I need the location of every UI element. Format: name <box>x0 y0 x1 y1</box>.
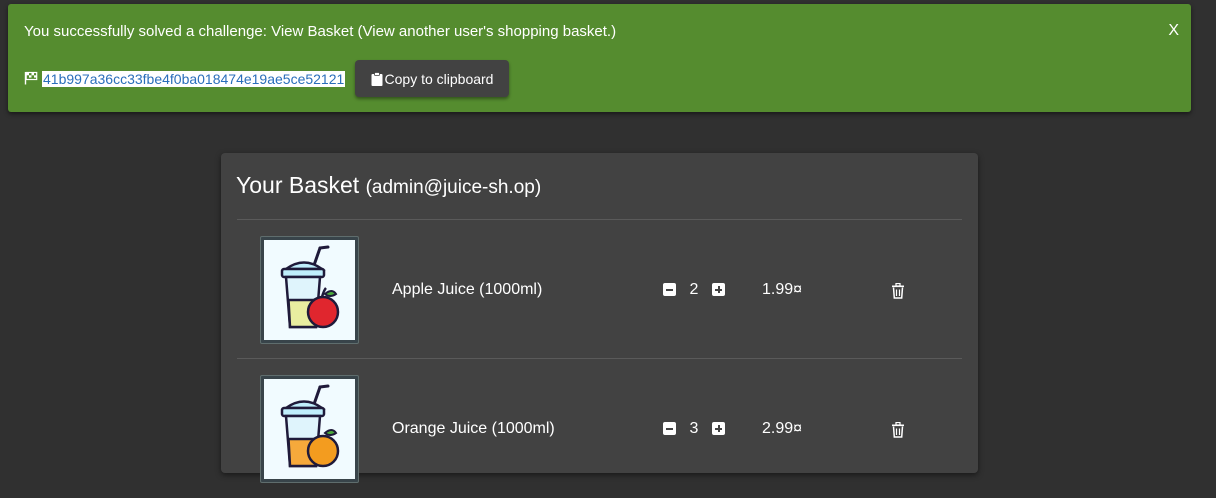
flag-code-text[interactable]: 41b997a36cc33fbe4f0ba018474e19ae5ce52121 <box>42 71 346 87</box>
banner-message: You successfully solved a challenge: Vie… <box>24 23 617 40</box>
product-name: Orange Juice (1000ml) <box>392 420 555 437</box>
product-price: 2.99¤ <box>762 420 803 437</box>
copy-button-label: Copy to clipboard <box>384 70 494 87</box>
increase-quantity-button[interactable] <box>712 422 725 435</box>
trash-icon[interactable] <box>891 422 905 438</box>
clipboard-icon <box>371 71 383 86</box>
quantity-stepper: 3 <box>663 420 727 437</box>
copy-to-clipboard-button[interactable]: Copy to clipboard <box>355 60 509 97</box>
basket-title-text: Your Basket <box>236 172 360 198</box>
basket-item-row: Apple Juice (1000ml) 2 1.99¤ <box>237 219 962 359</box>
increase-quantity-button[interactable] <box>712 283 725 296</box>
challenge-solved-banner: You successfully solved a challenge: Vie… <box>8 4 1191 112</box>
decrease-quantity-button[interactable] <box>663 283 676 296</box>
basket-user-email: (admin@juice-sh.op) <box>365 177 542 198</box>
basket-item-row: Orange Juice (1000ml) 3 2.99¤ <box>237 358 962 498</box>
orange-juice-icon <box>280 384 340 468</box>
product-image <box>260 375 359 483</box>
basket-title: Your Basket (admin@juice-sh.op) <box>236 172 541 199</box>
quantity-value: 3 <box>689 420 699 437</box>
quantity-value: 2 <box>689 281 699 298</box>
checkered-flag-icon <box>24 71 38 85</box>
basket-card: Your Basket (admin@juice-sh.op) Apple Ju… <box>221 153 978 483</box>
decrease-quantity-button[interactable] <box>663 422 676 435</box>
apple-juice-icon <box>280 245 340 329</box>
close-banner-button[interactable]: X <box>1168 22 1179 40</box>
product-price: 1.99¤ <box>762 281 803 298</box>
product-name: Apple Juice (1000ml) <box>392 281 543 298</box>
quantity-stepper: 2 <box>663 281 727 298</box>
product-image <box>260 236 359 344</box>
trash-icon[interactable] <box>891 283 905 299</box>
